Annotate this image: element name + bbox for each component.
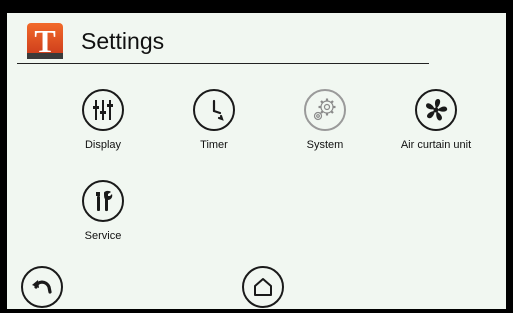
header-divider	[17, 63, 429, 64]
home-button[interactable]	[242, 266, 284, 308]
menu-item-system[interactable]: System	[270, 89, 380, 159]
clock-icon	[193, 89, 235, 131]
menu-item-label: System	[306, 139, 344, 151]
menu-item-timer[interactable]: Timer	[159, 89, 269, 159]
menu-item-label: Service	[84, 230, 122, 242]
menu-item-label: Display	[84, 139, 122, 151]
menu-item-label: Air curtain unit	[400, 139, 472, 151]
brand-logo: T	[27, 23, 63, 59]
home-icon	[242, 266, 284, 308]
back-arrow-icon	[21, 266, 63, 308]
page-title: Settings	[81, 28, 165, 54]
menu-item-service[interactable]: Service	[48, 180, 158, 250]
sliders-icon	[82, 89, 124, 131]
back-button[interactable]	[21, 266, 63, 308]
gears-icon	[304, 89, 346, 131]
logo-letter: T	[34, 23, 55, 59]
settings-screen: T Settings Display Timer System Air curt…	[7, 13, 506, 309]
wrench-icon	[82, 180, 124, 222]
menu-item-label: Timer	[200, 139, 228, 151]
menu-item-display[interactable]: Display	[48, 89, 158, 159]
menu-item-air-curtain-unit[interactable]: Air curtain unit	[381, 89, 491, 159]
fan-icon	[415, 89, 457, 131]
